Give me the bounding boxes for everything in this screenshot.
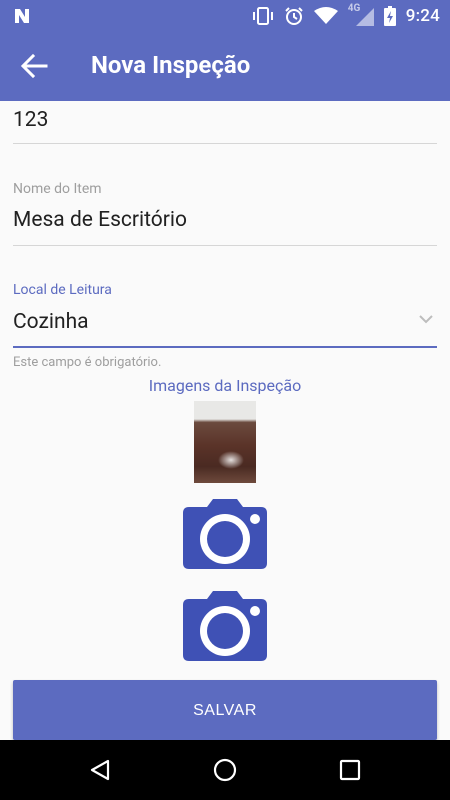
nav-home-icon[interactable]	[213, 758, 237, 782]
item-name-underline	[13, 245, 437, 246]
inspection-form: 123 Nome do Item Mesa de Escritório Loca…	[0, 101, 450, 740]
code-underline	[13, 143, 437, 144]
wifi-icon	[313, 6, 338, 24]
location-helper-text: Este campo é obrigatório.	[13, 355, 162, 370]
alarm-icon	[285, 6, 303, 25]
images-section-title: Imagens da Inspeção	[148, 376, 302, 395]
back-arrow-icon[interactable]	[20, 53, 48, 79]
camera-icon[interactable]	[183, 591, 267, 661]
status-bar: 4G 9:24	[0, 0, 450, 31]
n-notification-icon	[15, 9, 29, 23]
nav-back-icon[interactable]	[88, 758, 112, 782]
status-icons: 4G 9:24	[252, 0, 440, 31]
system-nav-bar	[0, 740, 450, 800]
inspection-image-thumbnail[interactable]	[194, 401, 256, 483]
app-bar: Nova Inspeção	[0, 31, 450, 101]
camera-icon[interactable]	[183, 499, 267, 569]
chevron-down-icon[interactable]	[419, 314, 433, 324]
location-value: Cozinha	[13, 310, 89, 334]
page-title: Nova Inspeção	[91, 51, 251, 79]
item-name-label: Nome do Item	[13, 181, 102, 197]
nav-recents-icon[interactable]	[338, 758, 362, 782]
code-value: 123	[13, 108, 49, 132]
save-button[interactable]: SALVAR	[13, 680, 437, 740]
location-underline	[13, 346, 437, 348]
status-time: 9:24	[405, 5, 440, 26]
network-type: 4G	[347, 2, 361, 14]
item-name-value: Mesa de Escritório	[13, 208, 187, 232]
location-label: Local de Leitura	[13, 282, 112, 298]
vibrate-icon	[252, 6, 273, 25]
battery-icon	[383, 5, 396, 26]
signal-indicator: 4G	[347, 2, 374, 26]
